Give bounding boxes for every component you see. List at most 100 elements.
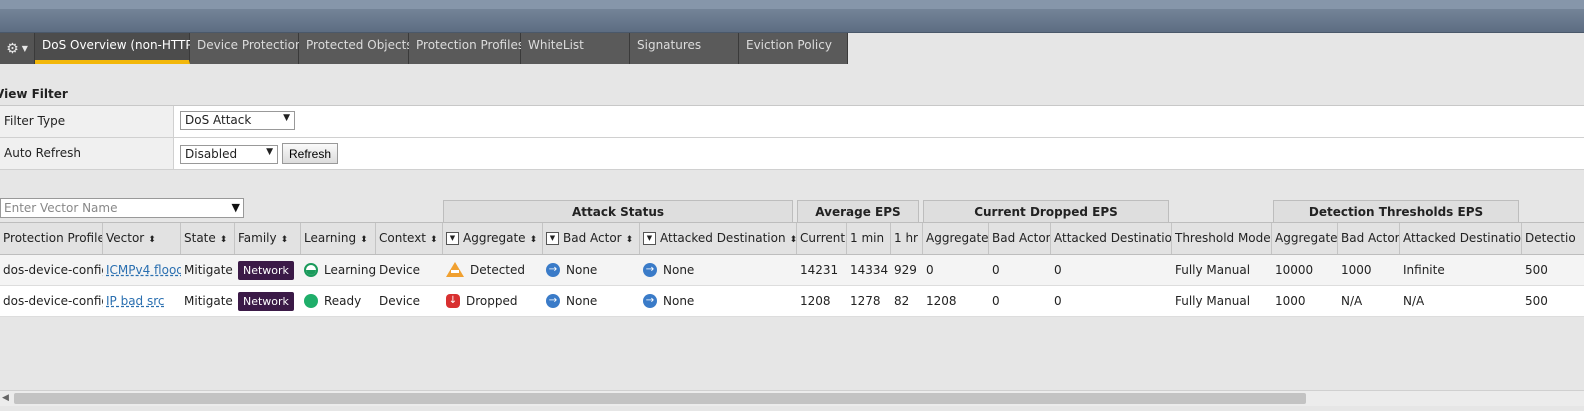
tab-protection-profiles[interactable]: Protection Profiles <box>409 33 524 64</box>
filter-type-select[interactable]: DoS Attack ▼ <box>180 111 295 130</box>
tab-dos-overview-non-http[interactable]: DoS Overview (non-HTTP) <box>35 33 197 64</box>
settings-menu-button[interactable]: ⚙ ▼ <box>0 33 35 64</box>
cell-avg-1hr: 929 <box>891 255 923 285</box>
tab-protected-objects[interactable]: Protected Objects <box>299 33 413 64</box>
cell-avg-current: 14231 <box>797 255 847 285</box>
vector-link[interactable]: IP bad src <box>106 294 165 308</box>
table-header-row: Protection Profile Vector ⬍ State ⬍ Family ⬍ Le… <box>0 222 1584 255</box>
col-header-label: Aggregate <box>463 231 526 245</box>
cell-text: 0 <box>992 294 1000 308</box>
col-header-7[interactable]: ▼ Bad Actor ⬍ <box>543 223 640 254</box>
group-average-eps: Average EPS <box>797 200 919 222</box>
banner-strip <box>0 0 1584 9</box>
cell-bad-actor: → None <box>543 286 640 316</box>
cell-context: Device <box>376 255 443 285</box>
cell-drop-bad-actor: 0 <box>989 255 1051 285</box>
tabs: DoS Overview (non-HTTP) Device Protection… <box>35 33 848 64</box>
cell-detection: 500 <box>1522 255 1584 285</box>
cell-text: 0 <box>1054 263 1062 277</box>
cell-text: dos-device-config <box>3 294 103 308</box>
cell-threshold-mode: Fully Manual <box>1172 255 1272 285</box>
cell-text: 14231 <box>800 263 839 277</box>
sort-icon[interactable]: ⬍ <box>790 235 796 245</box>
cell-vector: IP bad src <box>103 286 181 316</box>
column-filter-dropdown-icon[interactable]: ▼ <box>546 232 559 245</box>
cell-text: 929 <box>894 263 917 277</box>
sort-icon[interactable]: ⬍ <box>148 235 156 245</box>
tab-device-protection[interactable]: Device Protection <box>190 33 303 64</box>
cell-bad-actor: → None <box>543 255 640 285</box>
tab-bar: ⚙ ▼ DoS Overview (non-HTTP) Device Protect… <box>0 33 848 64</box>
arrow-right-icon: → <box>546 262 560 277</box>
cell-drop-attacked-destination: 0 <box>1051 255 1172 285</box>
sort-icon[interactable]: ⬍ <box>430 235 438 245</box>
scroll-left-icon[interactable]: ◀ <box>2 393 9 403</box>
refresh-button[interactable]: Refresh <box>282 143 339 164</box>
vector-name-search-input[interactable]: Enter Vector Name ▼ <box>0 198 244 218</box>
cell-det-bad-actor: 1000 <box>1338 255 1400 285</box>
col-header-18: Attacked Destination <box>1400 223 1522 254</box>
cell-det-attacked-destination: N/A <box>1400 286 1522 316</box>
col-header-label: Bad Actor <box>1341 231 1400 245</box>
filter-type-label: Filter Type <box>0 106 174 137</box>
col-header-3[interactable]: Family ⬍ <box>235 223 301 254</box>
cell-text: 82 <box>894 294 910 308</box>
col-header-1[interactable]: Vector ⬍ <box>103 223 181 254</box>
filter-funnel-icon[interactable]: ▼ <box>232 201 240 214</box>
column-filter-dropdown-icon[interactable]: ▼ <box>643 232 656 245</box>
col-header-4[interactable]: Learning ⬍ <box>301 223 376 254</box>
tab-eviction-policy[interactable]: Eviction Policy <box>739 33 848 64</box>
cell-family: Network <box>235 255 301 285</box>
auto-refresh-select[interactable]: Disabled ▼ <box>180 145 278 164</box>
family-badge: Network <box>238 261 294 280</box>
col-header-label: 1 hr <box>894 231 918 245</box>
cell-vector: ICMPv4 flood <box>103 255 181 285</box>
cell-family: Network <box>235 286 301 316</box>
dropdown-arrow-icon: ▼ <box>283 113 290 123</box>
vector-link[interactable]: ICMPv4 flood <box>106 263 181 277</box>
cell-drop-aggregate: 1208 <box>923 286 989 316</box>
scrollbar-thumb[interactable] <box>14 393 1306 404</box>
cell-text: Ready <box>324 294 362 308</box>
filter-type-row: Filter Type DoS Attack ▼ <box>0 106 1584 138</box>
tab-whitelist[interactable]: WhiteList <box>521 33 630 64</box>
cell-avg-1min: 1278 <box>847 286 891 316</box>
col-header-8[interactable]: ▼ Attacked Destination ⬍ <box>640 223 797 254</box>
cell-text: N/A <box>1341 294 1363 308</box>
group-detection-thresholds-eps: Detection Thresholds EPS <box>1273 200 1519 222</box>
vector-search-placeholder: Enter Vector Name <box>4 201 118 215</box>
cell-text: Learning <box>324 263 376 277</box>
cell-drop-attacked-destination: 0 <box>1051 286 1172 316</box>
arrow-right-icon: → <box>546 293 560 308</box>
col-header-6[interactable]: ▼ Aggregate ⬍ <box>443 223 543 254</box>
sort-icon[interactable]: ⬍ <box>281 235 289 245</box>
horizontal-scrollbar[interactable]: ◀ <box>0 390 1584 406</box>
col-header-label: 1 min <box>850 231 885 245</box>
sort-icon[interactable]: ⬍ <box>626 235 634 245</box>
sort-icon[interactable]: ⬍ <box>530 235 538 245</box>
cell-text: 14334 <box>850 263 889 277</box>
auto-refresh-value-cell: Disabled ▼ Refresh <box>174 138 1584 169</box>
cell-drop-aggregate: 0 <box>923 255 989 285</box>
col-header-2[interactable]: State ⬍ <box>181 223 235 254</box>
col-header-19: Detectio <box>1522 223 1584 254</box>
table-row[interactable]: dos-device-config IP bad src Mitigate Netwo… <box>0 286 1584 317</box>
arrow-right-icon: → <box>643 262 657 277</box>
arrow-right-icon: → <box>643 293 657 308</box>
col-header-label: Attacked Destination <box>660 231 786 245</box>
col-header-label: Attacked Destination <box>1403 231 1522 245</box>
tab-signatures[interactable]: Signatures <box>630 33 739 64</box>
family-badge: Network <box>238 292 294 311</box>
table-row[interactable]: dos-device-config ICMPv4 flood Mitigate Net… <box>0 255 1584 286</box>
view-filter-table: Filter Type DoS Attack ▼ Auto Refresh Di… <box>0 105 1584 170</box>
cell-text: Fully Manual <box>1175 263 1251 277</box>
col-header-5[interactable]: Context ⬍ <box>376 223 443 254</box>
cell-text: None <box>566 263 598 277</box>
cell-text: Dropped <box>466 294 518 308</box>
cell-attacked-destination: → None <box>640 286 797 316</box>
sort-icon[interactable]: ⬍ <box>220 235 228 245</box>
col-header-11: 1 hr <box>891 223 923 254</box>
sort-icon[interactable]: ⬍ <box>360 235 368 245</box>
cell-text: 1208 <box>800 294 831 308</box>
column-filter-dropdown-icon[interactable]: ▼ <box>446 232 459 245</box>
